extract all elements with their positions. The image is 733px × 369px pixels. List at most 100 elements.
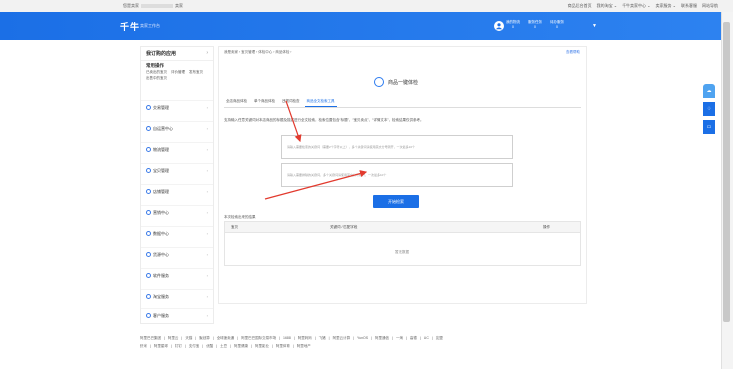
common-link[interactable]: 出售中的宝贝	[146, 76, 167, 81]
sidebar-item-marketing[interactable]: 营销中心 ›	[141, 205, 213, 219]
top-link-contact[interactable]: 联系客服	[681, 3, 697, 9]
service-icon	[146, 294, 151, 299]
footer-link[interactable]: YunOS	[357, 334, 368, 342]
header-stats: 我的物流 0 服务任务 0 待办服务 0	[506, 20, 564, 30]
chevron-right-icon: ›	[206, 105, 208, 110]
keyword-placeholder: 请输入需要检索的关键词（需要2个字符以上），多个关键词请使用英文分号隔开，一次最…	[287, 145, 416, 149]
footer-link[interactable]: 阿里健康	[234, 342, 248, 350]
footer-link[interactable]: 钉钉	[175, 342, 182, 350]
footer-link[interactable]: 土豆	[220, 342, 227, 350]
common-link[interactable]: 评价管理	[171, 70, 185, 75]
chevron-right-icon: ›	[206, 126, 208, 131]
footer-link[interactable]: 虾米	[140, 342, 147, 350]
footer-link[interactable]: 高德	[410, 334, 417, 342]
sidebar-item-label: 淘宝服务	[153, 293, 169, 299]
footer-link[interactable]: 1688	[283, 334, 291, 342]
username-blurred	[141, 3, 173, 8]
tab-single-item-check[interactable]: 单个商品体检	[252, 98, 277, 107]
footer-link[interactable]: 阿里巴巴国际交易市场	[241, 334, 276, 342]
chevron-right-icon: ›	[206, 189, 208, 194]
operation-icon	[146, 126, 151, 131]
chevron-right-icon: ›	[206, 313, 208, 318]
exclude-keyword-input[interactable]: 请输入需要排除的关键词，多个关键词请使用英文分号隔开，一次最多10个	[281, 163, 513, 187]
sidebar-title[interactable]: 我订购的应用 ›	[141, 47, 213, 61]
top-link-seller-service[interactable]: 卖家服务 ⌄	[656, 3, 676, 9]
footer-link[interactable]: 友盟	[436, 334, 443, 342]
goods-icon	[146, 168, 151, 173]
start-search-button[interactable]: 开始检索	[373, 195, 419, 208]
cloud-icon[interactable]: ☁	[703, 84, 715, 98]
sidebar-item-taobao-service[interactable]: 淘宝服务 ›	[141, 289, 213, 303]
app-header: 千牛 卖家工作台 我的物流 0 服务任务 0 待办服务 0 ▼	[0, 12, 721, 40]
software-icon	[146, 273, 151, 278]
result-table: 宝贝 关键词 / 匹配字段 操作 暂无数据	[224, 221, 581, 266]
top-link-seller-center[interactable]: 千牛卖家中心 ⌄	[622, 3, 650, 9]
top-link-home[interactable]: 商品后台首页	[568, 3, 592, 9]
trade-icon	[146, 105, 151, 110]
footer-link[interactable]: 支付宝	[189, 342, 200, 350]
help-link[interactable]: 查看帮助	[566, 50, 580, 55]
marketing-icon	[146, 210, 151, 215]
top-link-my-taobao[interactable]: 我的淘宝 ⌄	[597, 3, 617, 9]
footer-link[interactable]: 阿里通信	[375, 334, 389, 342]
chevron-right-icon: ›	[206, 210, 208, 215]
header-stat[interactable]: 我的物流 0	[506, 20, 520, 30]
sidebar-item-data[interactable]: 数据中心 ›	[141, 226, 213, 240]
sidebar: 我订购的应用 › 常用操作 已卖出的宝贝 评价管理 发布宝贝 出售中的宝贝 交易管…	[140, 46, 214, 324]
footer-link[interactable]: 阿里云	[168, 334, 179, 342]
common-actions: 常用操作 已卖出的宝贝 评价管理 发布宝贝 出售中的宝贝	[141, 61, 213, 83]
footer-link[interactable]: 阿里影业	[255, 342, 269, 350]
footer-link[interactable]: 阿里云计算	[333, 334, 351, 342]
footer-link[interactable]: 飞猪	[319, 334, 326, 342]
column-header: 操作	[543, 225, 550, 229]
footer-link[interactable]: 全球速卖通	[217, 334, 235, 342]
top-bar-links: 商品后台首页 我的淘宝 ⌄ 千牛卖家中心 ⌄ 卖家服务 ⌄ 联系客服 网站导航	[568, 3, 718, 9]
chevron-right-icon: ›	[206, 168, 208, 173]
chevron-right-icon: ›	[206, 231, 208, 236]
footer-link[interactable]: 阿里体育	[276, 342, 290, 350]
avatar[interactable]	[494, 21, 504, 31]
sidebar-item-trade[interactable]: 交易管理 ›	[141, 100, 213, 114]
footer-link[interactable]: 一淘	[396, 334, 403, 342]
breadcrumb[interactable]: 我是卖家 › 宝贝管理 › 体检中心 › 商品体检 ›	[224, 50, 291, 55]
footer-link[interactable]: UC	[424, 334, 429, 342]
chevron-down-icon[interactable]: ▼	[592, 23, 597, 29]
footer-link[interactable]: 聚划算	[199, 334, 210, 342]
sidebar-item-customer[interactable]: 客户服务 ›	[141, 308, 213, 322]
footer-link[interactable]: 阿里巴巴集团	[140, 334, 161, 342]
page-title-text: 商品一键体检	[388, 79, 419, 86]
footer-link[interactable]: 阿里妈妈	[298, 334, 312, 342]
tab-violation-words[interactable]: 违规词检查	[280, 98, 302, 107]
footer-link[interactable]: 优酷	[206, 342, 213, 350]
sidebar-item-self-operation[interactable]: 自运营中心 ›	[141, 121, 213, 135]
workbench-subtitle: 卖家工作台	[140, 23, 160, 28]
footer: 阿里巴巴集团 | 阿里云 | 天猫 | 聚划算 | 全球速卖通 | 阿里巴巴国际交易市场 |…	[140, 334, 443, 350]
top-bar-user: 您是卖家 卖家	[123, 3, 183, 9]
scrollbar-thumb[interactable]	[723, 22, 730, 322]
bell-icon[interactable]: ♢	[703, 102, 715, 116]
common-actions-title: 常用操作	[146, 63, 164, 68]
feedback-icon[interactable]: ▭	[703, 120, 715, 134]
stat-value: 0	[556, 25, 558, 29]
top-link-site-nav[interactable]: 网站导航	[702, 3, 718, 9]
sidebar-item-label: 营销中心	[153, 209, 169, 215]
header-stat[interactable]: 服务任务 0	[528, 20, 542, 30]
header-stat[interactable]: 待办服务 0	[550, 20, 564, 30]
common-link[interactable]: 发布宝贝	[189, 70, 203, 75]
footer-link[interactable]: 阿里地产	[297, 342, 311, 350]
footer-link[interactable]: 阿里星球	[154, 342, 168, 350]
sidebar-item-logistics[interactable]: 物流管理 ›	[141, 142, 213, 156]
common-link[interactable]: 已卖出的宝贝	[146, 70, 167, 75]
chevron-right-icon: ›	[206, 273, 208, 278]
keyword-input[interactable]: 请输入需要检索的关键词（需要2个字符以上），多个关键词请使用英文分号隔开，一次最…	[281, 135, 513, 159]
top-bar-user-suffix: 卖家	[175, 3, 183, 8]
column-header: 关键词 / 匹配字段	[330, 225, 358, 229]
sidebar-item-goods[interactable]: 宝贝管理 ›	[141, 163, 213, 177]
qianniu-logo[interactable]: 千牛	[120, 20, 140, 33]
tab-fulltext-search[interactable]: 商品全文检索工具	[304, 98, 337, 107]
footer-link[interactable]: 天猫	[185, 334, 192, 342]
tab-whole-shop-check[interactable]: 全店商品体检	[224, 98, 249, 107]
sidebar-item-shop[interactable]: 店铺管理 ›	[141, 184, 213, 198]
sidebar-item-software[interactable]: 软件服务 ›	[141, 268, 213, 282]
sidebar-item-sourcing[interactable]: 货源中心 ›	[141, 247, 213, 261]
